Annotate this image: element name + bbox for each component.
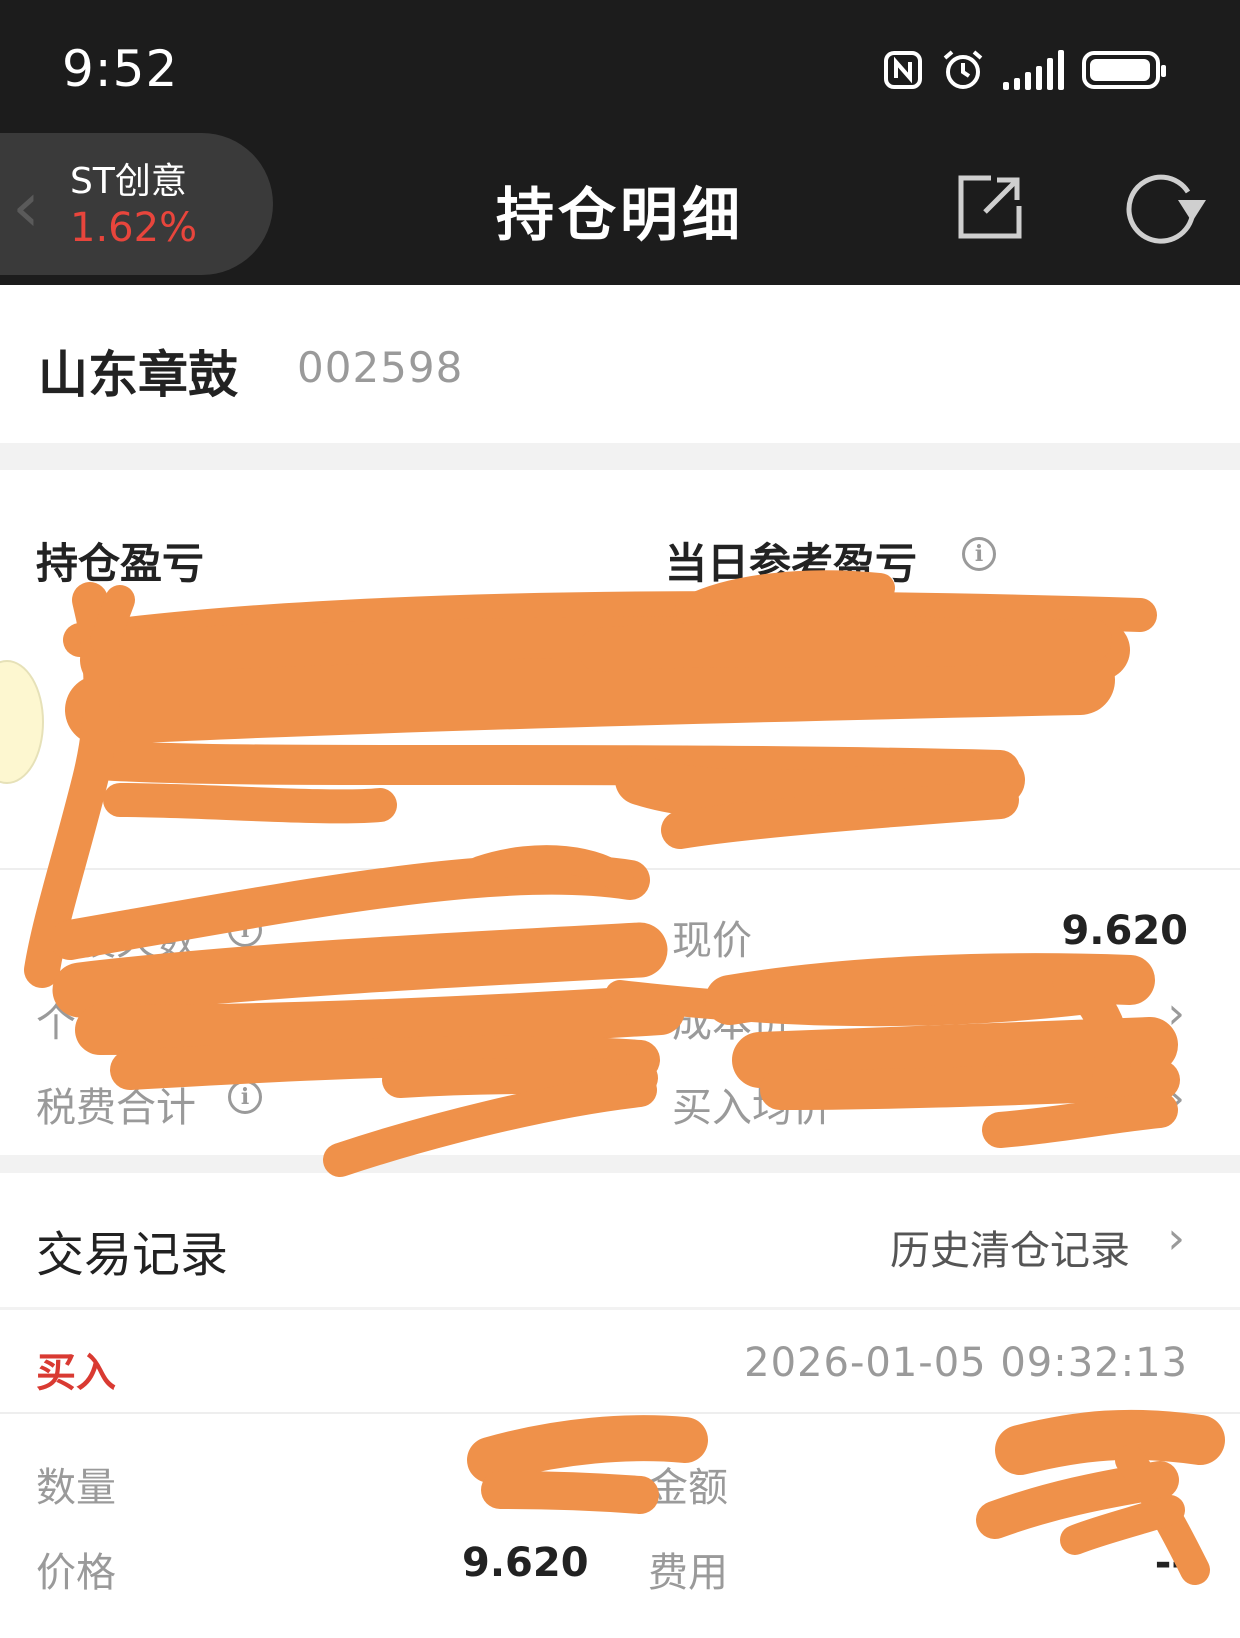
cost-price-chevron-icon[interactable]: › [1167, 988, 1185, 1039]
daily-pnl-info-icon[interactable]: i [962, 537, 996, 571]
fees-info-icon[interactable]: i [228, 1080, 262, 1114]
share-icon[interactable] [955, 172, 1025, 242]
trade-divider [0, 1412, 1240, 1414]
holdings-divider [0, 868, 1240, 870]
nfc-icon [884, 51, 922, 89]
shares-label: 个股 [36, 1000, 116, 1046]
trade-type: 买入 [36, 1350, 116, 1396]
page-title: 持仓明细 [495, 181, 744, 249]
current-price-value: 9.620 [1061, 908, 1188, 954]
history-clear-link[interactable]: 历史清仓记录 [890, 1218, 1130, 1276]
trade-fee-label: 费用 [648, 1550, 728, 1596]
stock-name: 山东章鼓 [38, 346, 238, 404]
refresh-icon[interactable] [1122, 172, 1207, 247]
battery-icon [1082, 51, 1166, 89]
trade-datetime: 2026-01-05 09:32:13 [744, 1340, 1188, 1386]
stock-code: 002598 [297, 343, 464, 392]
alarm-icon [943, 50, 983, 89]
trade-fee-value: -- [1154, 1540, 1188, 1586]
status-time: 9:52 [62, 40, 179, 98]
holding-pnl-label: 持仓盈亏 [36, 539, 205, 588]
signal-icon [1003, 50, 1064, 90]
daily-pnl-label: 当日参考盈亏 [665, 539, 918, 588]
trade-price-value: 9.620 [462, 1540, 589, 1586]
trade-amount-label: 金额 [648, 1465, 728, 1511]
history-chevron-icon[interactable]: › [1167, 1213, 1185, 1264]
fees-total-label: 税费合计 [36, 1085, 196, 1131]
current-price-label: 现价 [672, 918, 752, 964]
avg-buy-price-label: 买入均价 [672, 1085, 832, 1131]
avg-buy-chevron-icon[interactable]: › [1167, 1073, 1185, 1124]
holding-days-info-icon[interactable]: i [228, 913, 262, 947]
status-icons [883, 48, 1166, 92]
cost-price-label: 成本价 [672, 1000, 792, 1046]
holding-days-label: 持股天数 [36, 918, 196, 964]
trade-quantity-label: 数量 [36, 1465, 116, 1511]
trade-record-title: 交易记录 [36, 1227, 229, 1283]
trade-price-label: 价格 [36, 1550, 116, 1596]
